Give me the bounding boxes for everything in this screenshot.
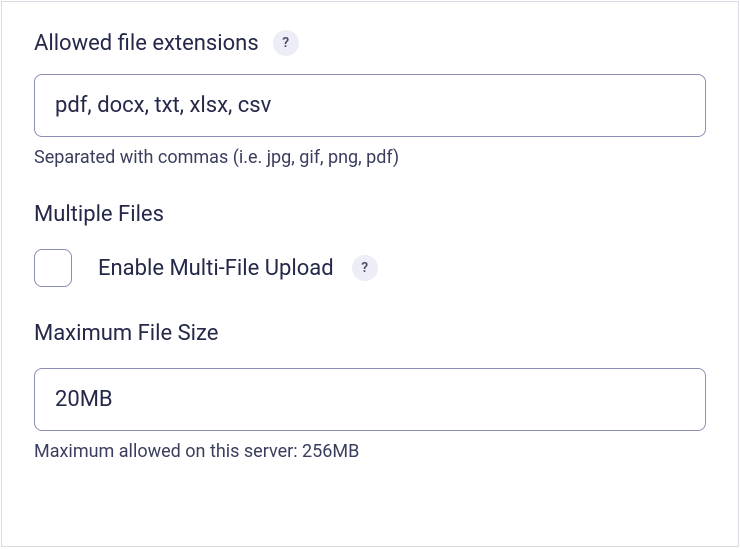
file-upload-settings-panel: Allowed file extensions ? Separated with… [1,1,739,547]
allowed-extensions-input[interactable] [34,74,706,137]
help-icon[interactable]: ? [273,30,299,56]
multi-file-checkbox-row: Enable Multi-File Upload ? [34,249,706,287]
max-file-size-heading: Maximum File Size [34,321,706,346]
help-icon[interactable]: ? [352,255,378,281]
multiple-files-heading: Multiple Files [34,202,706,227]
enable-multi-file-label: Enable Multi-File Upload [98,256,334,281]
allowed-extensions-label-row: Allowed file extensions ? [34,30,706,56]
allowed-extensions-label: Allowed file extensions [34,31,259,56]
max-file-size-group: Maximum File Size Maximum allowed on thi… [34,321,706,462]
max-file-size-hint: Maximum allowed on this server: 256MB [34,441,706,462]
allowed-extensions-group: Allowed file extensions ? Separated with… [34,30,706,168]
max-file-size-input[interactable] [34,368,706,431]
allowed-extensions-hint: Separated with commas (i.e. jpg, gif, pn… [34,147,706,168]
enable-multi-file-checkbox[interactable] [34,249,72,287]
